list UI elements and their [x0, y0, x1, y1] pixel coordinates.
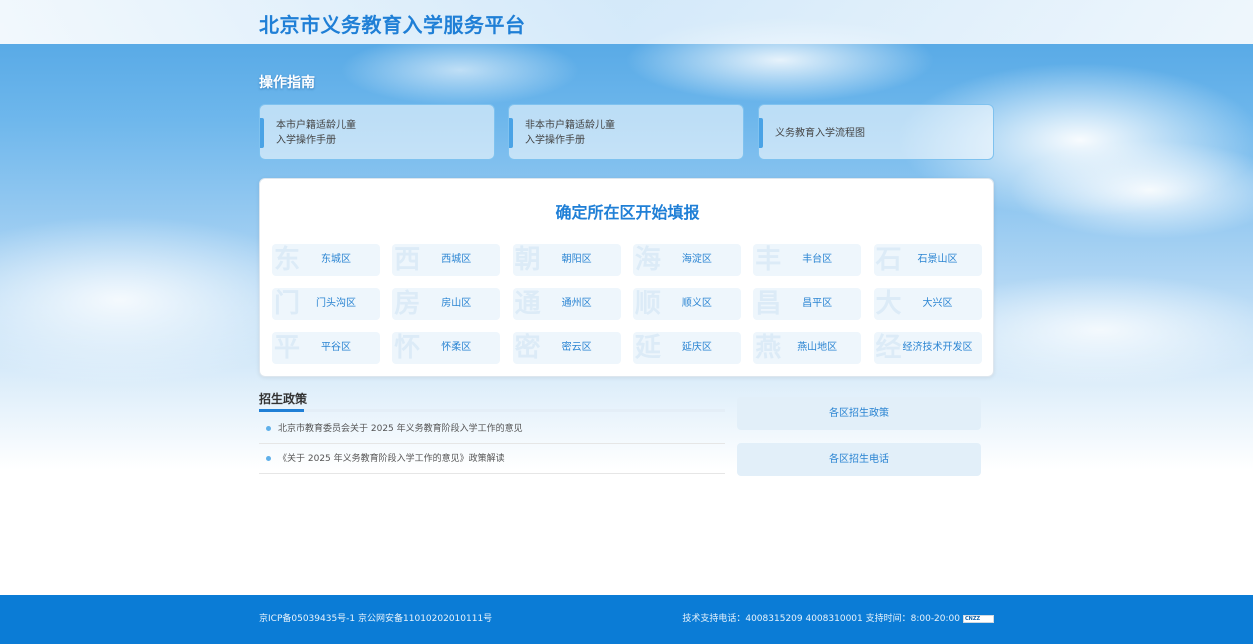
district-phone-button[interactable]: 各区招生电话: [737, 443, 981, 476]
district-panel-title: 确定所在区开始填报: [555, 203, 700, 222]
guide-section-title: 操作指南: [259, 75, 315, 91]
footer-icp[interactable]: 京ICP备05039435号-1 京公网安备11010202010111号: [259, 595, 492, 644]
district-panel: 确定所在区开始填报 东东城区西西城区朝朝阳区海海淀区丰丰台区石石景山区门门头沟区…: [259, 178, 994, 377]
district-button[interactable]: 房房山区: [392, 288, 501, 320]
district-button[interactable]: 延延庆区: [632, 332, 741, 364]
district-label: 东城区: [321, 254, 351, 265]
stats-badge-icon[interactable]: CNZZ: [963, 615, 994, 623]
district-label: 延庆区: [681, 342, 712, 353]
district-label: 门头沟区: [316, 298, 356, 309]
district-policy-button[interactable]: 各区招生政策: [737, 397, 981, 430]
guide-card-nonlocal-children[interactable]: 非本市户籍适龄儿童 入学操作手册: [508, 104, 744, 160]
district-button[interactable]: 大大兴区: [873, 288, 982, 320]
district-label: 朝阳区: [561, 254, 592, 265]
policy-link[interactable]: 北京市教育委员会关于 2025 年义务教育阶段入学工作的意见: [278, 414, 523, 444]
policy-divider: [259, 409, 725, 412]
header-bar: 北京市义务教育入学服务平台: [0, 0, 1253, 44]
district-label: 大兴区: [922, 298, 953, 309]
district-label: 海淀区: [681, 254, 712, 265]
guide-card-local-children[interactable]: 本市户籍适龄儿童 入学操作手册: [259, 104, 495, 160]
guide-card-line1: 义务教育入学流程图: [775, 127, 865, 139]
guide-card-flowchart[interactable]: 义务教育入学流程图: [758, 104, 994, 160]
district-button[interactable]: 西西城区: [392, 244, 501, 276]
district-button[interactable]: 海海淀区: [632, 244, 741, 276]
site-title: 北京市义务教育入学服务平台: [259, 13, 526, 37]
policy-list-item[interactable]: 《关于 2025 年义务教育阶段入学工作的意见》政策解读: [259, 444, 725, 474]
guide-card-line1: 非本市户籍适龄儿童: [525, 120, 615, 131]
district-button[interactable]: 朝朝阳区: [512, 244, 621, 276]
policy-link[interactable]: 《关于 2025 年义务教育阶段入学工作的意见》政策解读: [278, 444, 505, 474]
district-button[interactable]: 密密云区: [512, 332, 621, 364]
district-label: 燕山地区: [797, 342, 838, 353]
policy-divider-accent: [259, 409, 304, 412]
district-label: 经济技术开发区: [902, 342, 973, 353]
district-label: 房山区: [441, 298, 472, 309]
guide-card-line2: 入学操作手册: [276, 135, 336, 146]
district-label: 丰台区: [802, 254, 833, 265]
policy-section-title: 招生政策: [259, 392, 308, 406]
district-button[interactable]: 东东城区: [272, 244, 380, 276]
policy-list-item[interactable]: 北京市教育委员会关于 2025 年义务教育阶段入学工作的意见: [259, 414, 725, 444]
district-label: 石景山区: [917, 254, 958, 265]
district-button[interactable]: 怀怀柔区: [392, 332, 501, 364]
district-button[interactable]: 丰丰台区: [753, 244, 862, 276]
district-button[interactable]: 石石景山区: [873, 244, 982, 276]
guide-card-line1: 本市户籍适龄儿童: [276, 120, 356, 131]
bullet-icon: [266, 456, 271, 461]
district-button[interactable]: 顺顺义区: [632, 288, 741, 320]
district-label: 怀柔区: [441, 342, 472, 353]
district-button[interactable]: 通通州区: [512, 288, 621, 320]
district-label: 昌平区: [802, 298, 833, 309]
district-label: 密云区: [561, 342, 592, 353]
district-button[interactable]: 平平谷区: [272, 332, 380, 364]
footer-support: 技术支持电话：4008315209 4008310001 支持时间：8:00-2…: [682, 614, 960, 624]
district-label: 通州区: [561, 298, 592, 309]
district-label: 顺义区: [681, 298, 712, 309]
district-label: 西城区: [441, 254, 472, 265]
district-button[interactable]: 昌昌平区: [753, 288, 862, 320]
district-button[interactable]: 门门头沟区: [272, 288, 380, 320]
district-button[interactable]: 经经济技术开发区: [873, 332, 982, 364]
guide-card-line2: 入学操作手册: [525, 135, 585, 146]
district-button[interactable]: 燕燕山地区: [753, 332, 862, 364]
district-label: 平谷区: [321, 342, 351, 353]
bullet-icon: [266, 426, 271, 431]
footer: 京ICP备05039435号-1 京公网安备11010202010111号 技术…: [0, 595, 1253, 644]
